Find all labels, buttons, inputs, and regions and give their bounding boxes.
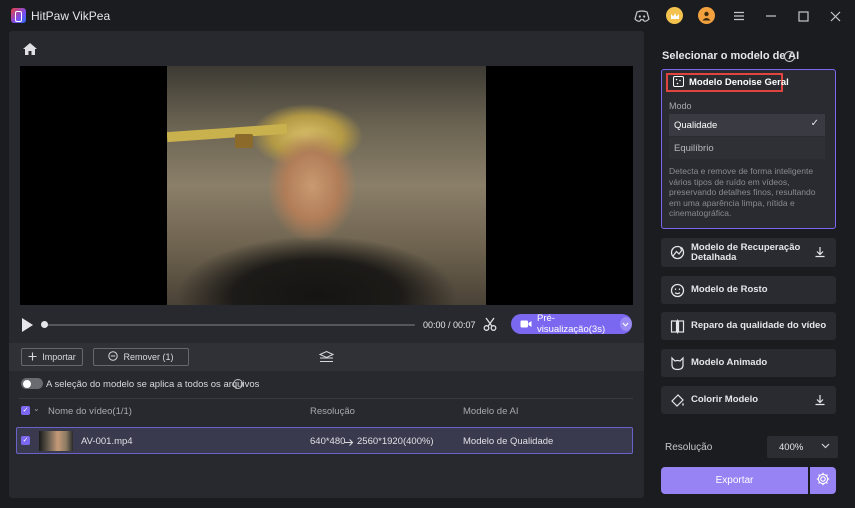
select-all-checkbox[interactable]: ✓	[21, 406, 30, 415]
denoise-icon	[673, 75, 684, 90]
model-label: Reparo da qualidade do vídeo	[691, 320, 827, 331]
title-bar	[0, 0, 855, 32]
video-thumbnail	[39, 431, 73, 451]
denoise-model-label: Modelo Denoise Geral	[689, 77, 789, 88]
model-panel-title: Selecionar o modelo de AI	[662, 50, 800, 62]
mode-option-balance[interactable]: Equilíbrio	[669, 137, 825, 159]
collapse-icon[interactable]	[318, 350, 335, 363]
anime-icon	[670, 356, 685, 371]
time-display: 00:00 / 00:07	[423, 320, 476, 330]
remove-button[interactable]: Remover (1)	[93, 348, 189, 366]
file-name: AV-001.mp4	[81, 436, 133, 447]
resolution-label: Resolução	[665, 442, 713, 453]
denoise-model-header[interactable]: Modelo Denoise Geral	[666, 73, 789, 92]
maximize-icon[interactable]	[794, 7, 812, 25]
colorize-icon	[670, 393, 685, 408]
model-label: Colorir Modelo	[691, 394, 759, 405]
chevron-down-icon[interactable]: ⌄	[33, 404, 40, 413]
chevron-down-icon[interactable]	[619, 317, 632, 331]
camera-icon	[520, 319, 532, 329]
chevron-down-icon	[821, 441, 830, 451]
gear-icon	[816, 472, 830, 489]
video-repair-icon	[670, 319, 685, 334]
check-icon: ✓	[810, 118, 819, 129]
minimize-icon[interactable]	[762, 7, 780, 25]
download-icon[interactable]	[814, 246, 826, 258]
menu-icon[interactable]	[730, 7, 748, 25]
model-card-face[interactable]: Modelo de Rosto	[661, 276, 836, 304]
row-checkbox[interactable]: ✓	[21, 436, 30, 445]
app-logo-icon	[11, 8, 26, 23]
resolution-from: 640*480	[310, 436, 346, 447]
user-avatar-icon[interactable]	[698, 7, 715, 24]
model-card-video-repair[interactable]: Reparo da qualidade do vídeo	[661, 312, 836, 340]
detail-recovery-icon	[670, 245, 685, 260]
model-description: Detecta e remove de forma inteligente vá…	[669, 166, 816, 218]
progress-handle[interactable]	[41, 321, 48, 328]
divider	[19, 398, 633, 399]
row-model: Modelo de Qualidade	[463, 436, 554, 447]
plus-icon	[28, 352, 37, 363]
apply-all-label: A seleção do modelo se aplica a todos os…	[46, 379, 260, 390]
mode-option-quality[interactable]: Qualidade ✓	[669, 114, 825, 136]
column-header-name: Nome do vídeo(1/1)	[48, 406, 132, 417]
model-card-colorize[interactable]: Colorir Modelo	[661, 386, 836, 414]
info-icon[interactable]: i	[784, 51, 795, 62]
info-icon[interactable]: i	[233, 379, 243, 389]
home-icon[interactable]	[22, 42, 40, 58]
face-icon	[670, 283, 685, 298]
export-button[interactable]: Exportar	[661, 467, 808, 494]
import-button[interactable]: Importar	[21, 348, 83, 366]
resolution-to: 2560*1920(400%)	[357, 436, 434, 447]
mode-label: Modo	[669, 101, 692, 111]
resolution-value: 400%	[779, 441, 804, 453]
scissors-icon[interactable]	[482, 316, 498, 332]
resolution-select[interactable]: 400%	[767, 436, 838, 458]
app-title: HitPaw VikPea	[31, 9, 111, 23]
model-label: Modelo Animado	[691, 357, 768, 368]
preview-button[interactable]: Pré-visualização(3s)	[511, 313, 632, 335]
model-card-detail-recovery[interactable]: Modelo de Recuperação Detalhada	[661, 238, 836, 267]
arrow-right-icon	[344, 436, 354, 450]
play-icon[interactable]	[22, 318, 33, 332]
import-label: Importar	[42, 352, 76, 362]
settings-button[interactable]	[810, 467, 836, 494]
column-header-resolution: Resolução	[310, 406, 355, 417]
column-header-model: Modelo de AI	[463, 406, 519, 417]
close-icon[interactable]	[826, 7, 844, 25]
remove-label: Remover (1)	[123, 352, 174, 362]
minus-circle-icon	[108, 351, 119, 363]
download-icon[interactable]	[814, 394, 826, 406]
preview-label: Pré-visualização(3s)	[537, 313, 606, 335]
mode-balance-label: Equilíbrio	[674, 142, 714, 154]
crown-icon[interactable]	[666, 7, 683, 24]
apply-all-toggle[interactable]	[21, 378, 43, 389]
model-card-anime[interactable]: Modelo Animado	[661, 349, 836, 377]
mode-quality-label: Qualidade	[674, 119, 718, 131]
progress-bar[interactable]	[43, 324, 415, 326]
video-frame-image	[167, 66, 486, 305]
discord-icon[interactable]	[633, 7, 651, 25]
model-label: Modelo de Rosto	[691, 284, 768, 295]
